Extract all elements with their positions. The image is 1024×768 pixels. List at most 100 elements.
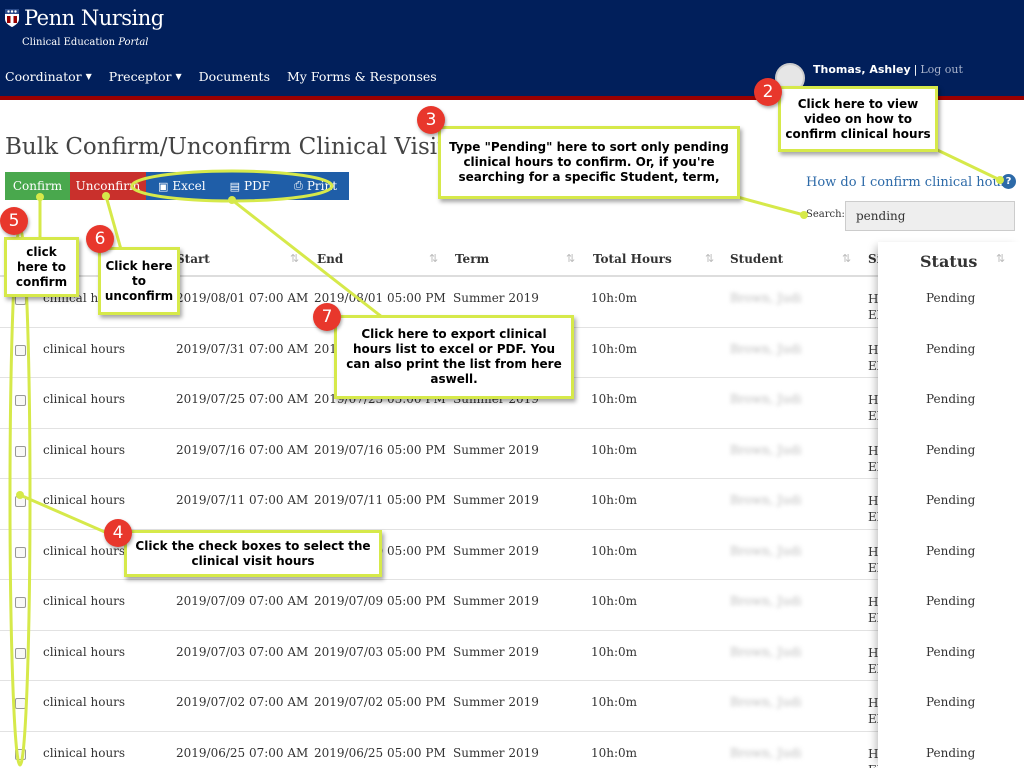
- brand-name: Penn Nursing: [24, 6, 164, 30]
- cell-status: Pending: [926, 543, 976, 558]
- print-button[interactable]: ⎙ Print: [294, 179, 337, 193]
- search-input[interactable]: [845, 201, 1015, 231]
- sort-icon[interactable]: ⇅: [842, 252, 851, 265]
- annotation-5-badge: 5: [0, 207, 28, 235]
- table-row: clinical hours 2019/07/16 07:00 AM 2019/07…: [0, 429, 1024, 479]
- cell-student[interactable]: Brown, Judi: [730, 746, 801, 760]
- row-checkbox[interactable]: [15, 344, 26, 356]
- cell-type[interactable]: clinical hours: [43, 443, 125, 457]
- nav-preceptor-label: Preceptor: [108, 69, 172, 84]
- cell-student[interactable]: Brown, Judi: [730, 594, 801, 608]
- penn-nursing-logo[interactable]: Penn Nursing: [4, 6, 164, 30]
- pdf-label: PDF: [244, 179, 271, 193]
- nav-coordinator[interactable]: Coordinator ▼: [5, 69, 92, 84]
- nav-documents[interactable]: Documents: [199, 69, 270, 84]
- cell-status: Pending: [926, 493, 976, 507]
- cell-total-hours: 10h:0m: [591, 745, 638, 760]
- brand-subtitle-portal: Portal: [118, 37, 149, 48]
- cell-type[interactable]: clinical hours: [43, 645, 125, 659]
- cell-start: 2019/07/11 07:00 AM: [176, 493, 309, 507]
- row-checkbox[interactable]: [15, 647, 26, 659]
- cell-student[interactable]: Brown, Judi: [730, 342, 801, 356]
- header-start[interactable]: Start: [176, 252, 210, 266]
- row-checkbox[interactable]: [15, 597, 26, 608]
- cell-student[interactable]: Brown, Judi: [730, 695, 801, 709]
- sort-icon[interactable]: ⇅: [290, 252, 299, 265]
- cell-type[interactable]: clinical hours: [43, 695, 125, 709]
- cell-student[interactable]: Brown, Judi: [730, 493, 801, 507]
- cell-start: 2019/07/16 07:00 AM: [176, 442, 309, 457]
- help-link[interactable]: How do I confirm clinical hours: [806, 175, 1014, 190]
- sort-icon[interactable]: ⇅: [429, 252, 438, 265]
- cell-type[interactable]: clinical hours: [43, 392, 125, 406]
- cell-total-hours: 10h:0m: [591, 543, 638, 558]
- nav-my-forms[interactable]: My Forms & Responses: [287, 69, 437, 84]
- cell-total-hours: 10h:0m: [591, 594, 638, 608]
- confirm-button[interactable]: Confirm: [5, 172, 70, 200]
- excel-label: Excel: [172, 179, 206, 193]
- table-row: clinical hours 2019/07/02 07:00 AM 2019/07…: [0, 681, 1024, 732]
- leader-line-3: [729, 193, 805, 217]
- cell-term: Summer 2019: [453, 493, 539, 507]
- cell-status: Pending: [926, 341, 976, 356]
- header-end[interactable]: End: [317, 252, 343, 266]
- annotation-2-badge: 2: [754, 78, 782, 106]
- annotation-5-callout: click here to confirm: [4, 237, 79, 297]
- sort-icon[interactable]: ⇅: [705, 252, 714, 265]
- nav-preceptor[interactable]: Preceptor ▼: [109, 69, 182, 84]
- caret-down-icon: ▼: [175, 72, 182, 81]
- user-box: Thomas, Ashley | Log out: [813, 63, 963, 76]
- cell-type[interactable]: clinical hours: [43, 594, 125, 608]
- unconfirm-button[interactable]: Unconfirm: [70, 172, 146, 200]
- print-label: Print: [306, 179, 338, 193]
- annotation-2-callout: Click here to view video on how to confi…: [778, 86, 938, 152]
- sort-icon[interactable]: ⇅: [566, 252, 575, 265]
- status-column: Status ⇅ Pending Pending Pending Pending Pen…: [878, 242, 1024, 768]
- cell-type[interactable]: clinical hours: [43, 493, 125, 507]
- cell-start: 2019/08/01 07:00 AM: [176, 291, 309, 305]
- question-circle-icon[interactable]: ?: [1001, 174, 1016, 189]
- annotation-6-badge: 6: [86, 225, 114, 253]
- row-checkbox[interactable]: [15, 698, 26, 709]
- sort-icon[interactable]: ⇅: [996, 252, 1005, 265]
- header-total-hours[interactable]: Total Hours: [593, 252, 672, 266]
- pdf-button[interactable]: ▤ PDF: [230, 179, 270, 193]
- toolbar: Confirm Unconfirm ▣ Excel ▤ PDF ⎙ Print: [5, 172, 350, 200]
- header-status[interactable]: Status: [920, 252, 977, 271]
- excel-button[interactable]: ▣ Excel: [158, 179, 206, 193]
- cell-total-hours: 10h:0m: [591, 341, 638, 356]
- table-row: clinical hours 2019/06/25 07:00 AM 2019/06…: [0, 732, 1024, 768]
- cell-total-hours: 10h:0m: [591, 291, 638, 305]
- cell-type[interactable]: clinical hours: [43, 746, 125, 760]
- cell-type[interactable]: clinical hours: [43, 342, 125, 356]
- cell-total-hours: 10h:0m: [591, 493, 638, 507]
- cell-status: Pending: [926, 745, 976, 760]
- cell-student[interactable]: Brown, Judi: [730, 645, 801, 659]
- brand-subtitle: Clinical Education Portal: [22, 37, 149, 48]
- cell-student[interactable]: Brown, Judi: [730, 392, 801, 406]
- cell-term: Summer 2019: [453, 695, 539, 709]
- row-checkbox[interactable]: [15, 445, 26, 457]
- cell-student[interactable]: Brown, Judi: [730, 443, 801, 457]
- cell-total-hours: 10h:0m: [591, 695, 638, 709]
- pdf-icon: ▤: [229, 179, 240, 193]
- row-checkbox[interactable]: [15, 496, 26, 507]
- cell-start: 2019/07/03 07:00 AM: [176, 644, 309, 659]
- cell-end: 2019/07/02 05:00 PM: [314, 695, 446, 709]
- cell-student[interactable]: Brown, Judi: [730, 544, 801, 558]
- annotation-7-badge: 7: [313, 303, 341, 331]
- user-name[interactable]: Thomas, Ashley: [813, 63, 911, 76]
- brand-subtitle-text: Clinical Education: [22, 37, 116, 48]
- cell-start: 2019/06/25 07:00 AM: [176, 745, 309, 760]
- row-checkbox[interactable]: [15, 546, 26, 558]
- page-title: Bulk Confirm/Unconfirm Clinical Visits: [5, 134, 459, 160]
- cell-start: 2019/07/31 07:00 AM: [176, 341, 309, 356]
- header-student[interactable]: Student: [730, 252, 783, 266]
- logout-link[interactable]: Log out: [920, 63, 963, 76]
- header-term[interactable]: Term: [455, 252, 489, 266]
- cell-start: 2019/07/25 07:00 AM: [176, 392, 309, 406]
- row-checkbox[interactable]: [15, 748, 26, 760]
- cell-end: 2019/07/11 05:00 PM: [314, 493, 446, 507]
- row-checkbox[interactable]: [15, 395, 26, 406]
- cell-student[interactable]: Brown, Judi: [730, 291, 801, 305]
